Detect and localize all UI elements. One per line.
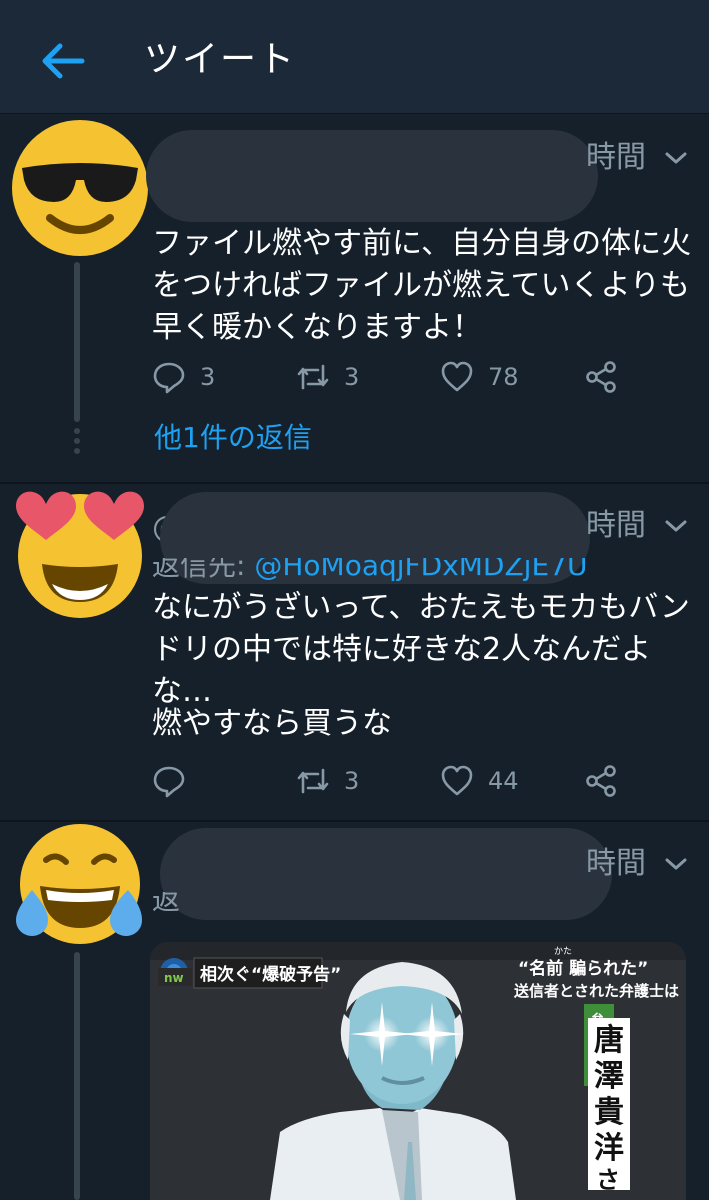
tweet-text-line: なにがうざいって、おたえもモカもバン <box>152 590 690 625</box>
top-bar: ツイート <box>0 0 709 114</box>
attached-image[interactable]: nw 相次ぐ“爆破予告” かた “名前 騙られた” 送信者とされた弁護士は 弁護… <box>150 942 686 1200</box>
person-name-vertical: 唐澤貴洋さ <box>594 1023 624 1194</box>
heart-icon <box>441 765 473 796</box>
tweet-text-line: 燃やすなら買うな <box>152 706 392 741</box>
reply-to-line: 返信先: @HoMoaqjFDxMDZjE7U <box>152 558 587 582</box>
retweet-count: 3 <box>344 363 360 391</box>
reply-button[interactable]: 3 <box>152 360 215 394</box>
tweet-time: 時間 <box>586 846 646 881</box>
more-replies-link[interactable]: 他1件の返信 <box>154 418 312 458</box>
tweet-time: 時間 <box>586 508 646 543</box>
retweet-button[interactable]: 3 <box>296 360 359 394</box>
share-icon <box>586 765 616 797</box>
reply-icon <box>153 766 185 798</box>
back-arrow-icon[interactable] <box>38 36 88 86</box>
retweet-icon <box>297 768 329 794</box>
news-banner-text: 相次ぐ“爆破予告” <box>200 964 341 985</box>
tweet-text-line: 早く暖かくなりますよ！ <box>152 310 482 345</box>
headline-2: 送信者とされた弁護士は <box>513 982 679 1000</box>
tweet-text-line: をつければファイルが燃えていくよりも <box>152 268 690 303</box>
reply-to-line: 返 <box>152 892 180 916</box>
thread-line <box>74 952 80 1200</box>
heart-eyes-emoji-avatar[interactable] <box>10 478 150 618</box>
like-button[interactable]: 78 <box>440 360 519 394</box>
redacted-username <box>160 828 612 920</box>
share-button[interactable] <box>584 764 618 798</box>
chevron-down-icon[interactable] <box>662 854 690 874</box>
share-icon <box>586 361 616 393</box>
page-title: ツイート <box>144 39 297 80</box>
redacted-username <box>146 130 598 222</box>
like-button[interactable]: 44 <box>440 764 519 798</box>
thread-dots <box>72 428 82 458</box>
reply-icon <box>153 362 185 394</box>
retweet-icon <box>297 364 329 390</box>
tweet-time: 時間 <box>586 140 646 175</box>
like-count: 78 <box>488 363 519 391</box>
chevron-down-icon[interactable] <box>662 516 690 536</box>
sunglasses-emoji-avatar[interactable] <box>10 118 150 258</box>
chevron-down-icon[interactable] <box>662 148 690 168</box>
tweet-text-line: ファイル燃やす前に、自分自身の体に火 <box>152 226 692 261</box>
reply-count: 3 <box>200 363 216 391</box>
reply-to-handle[interactable]: @HoMoaqjFDxMDZjE7U <box>254 558 587 582</box>
reply-to-label: 返 <box>152 892 181 916</box>
heart-icon <box>441 361 473 392</box>
reply-button[interactable] <box>152 764 200 798</box>
headline-ruby: かた <box>554 946 572 957</box>
like-count: 44 <box>488 767 519 795</box>
headline-1: “名前 騙られた” <box>518 958 648 979</box>
tears-of-joy-emoji-avatar[interactable] <box>10 812 150 952</box>
tweet-text-line: ドリの中では特に好きな2人なんだよ <box>152 632 652 667</box>
retweet-count: 3 <box>344 767 360 795</box>
news-screenshot-image: nw 相次ぐ“爆破予告” かた “名前 騙られた” 送信者とされた弁護士は 弁護… <box>150 942 686 1200</box>
channel-logo-text: nw <box>164 971 184 985</box>
reply-to-label: 返信先: <box>152 558 255 582</box>
retweet-button[interactable]: 3 <box>296 764 359 798</box>
thread-line <box>74 262 80 422</box>
share-button[interactable] <box>584 360 618 394</box>
